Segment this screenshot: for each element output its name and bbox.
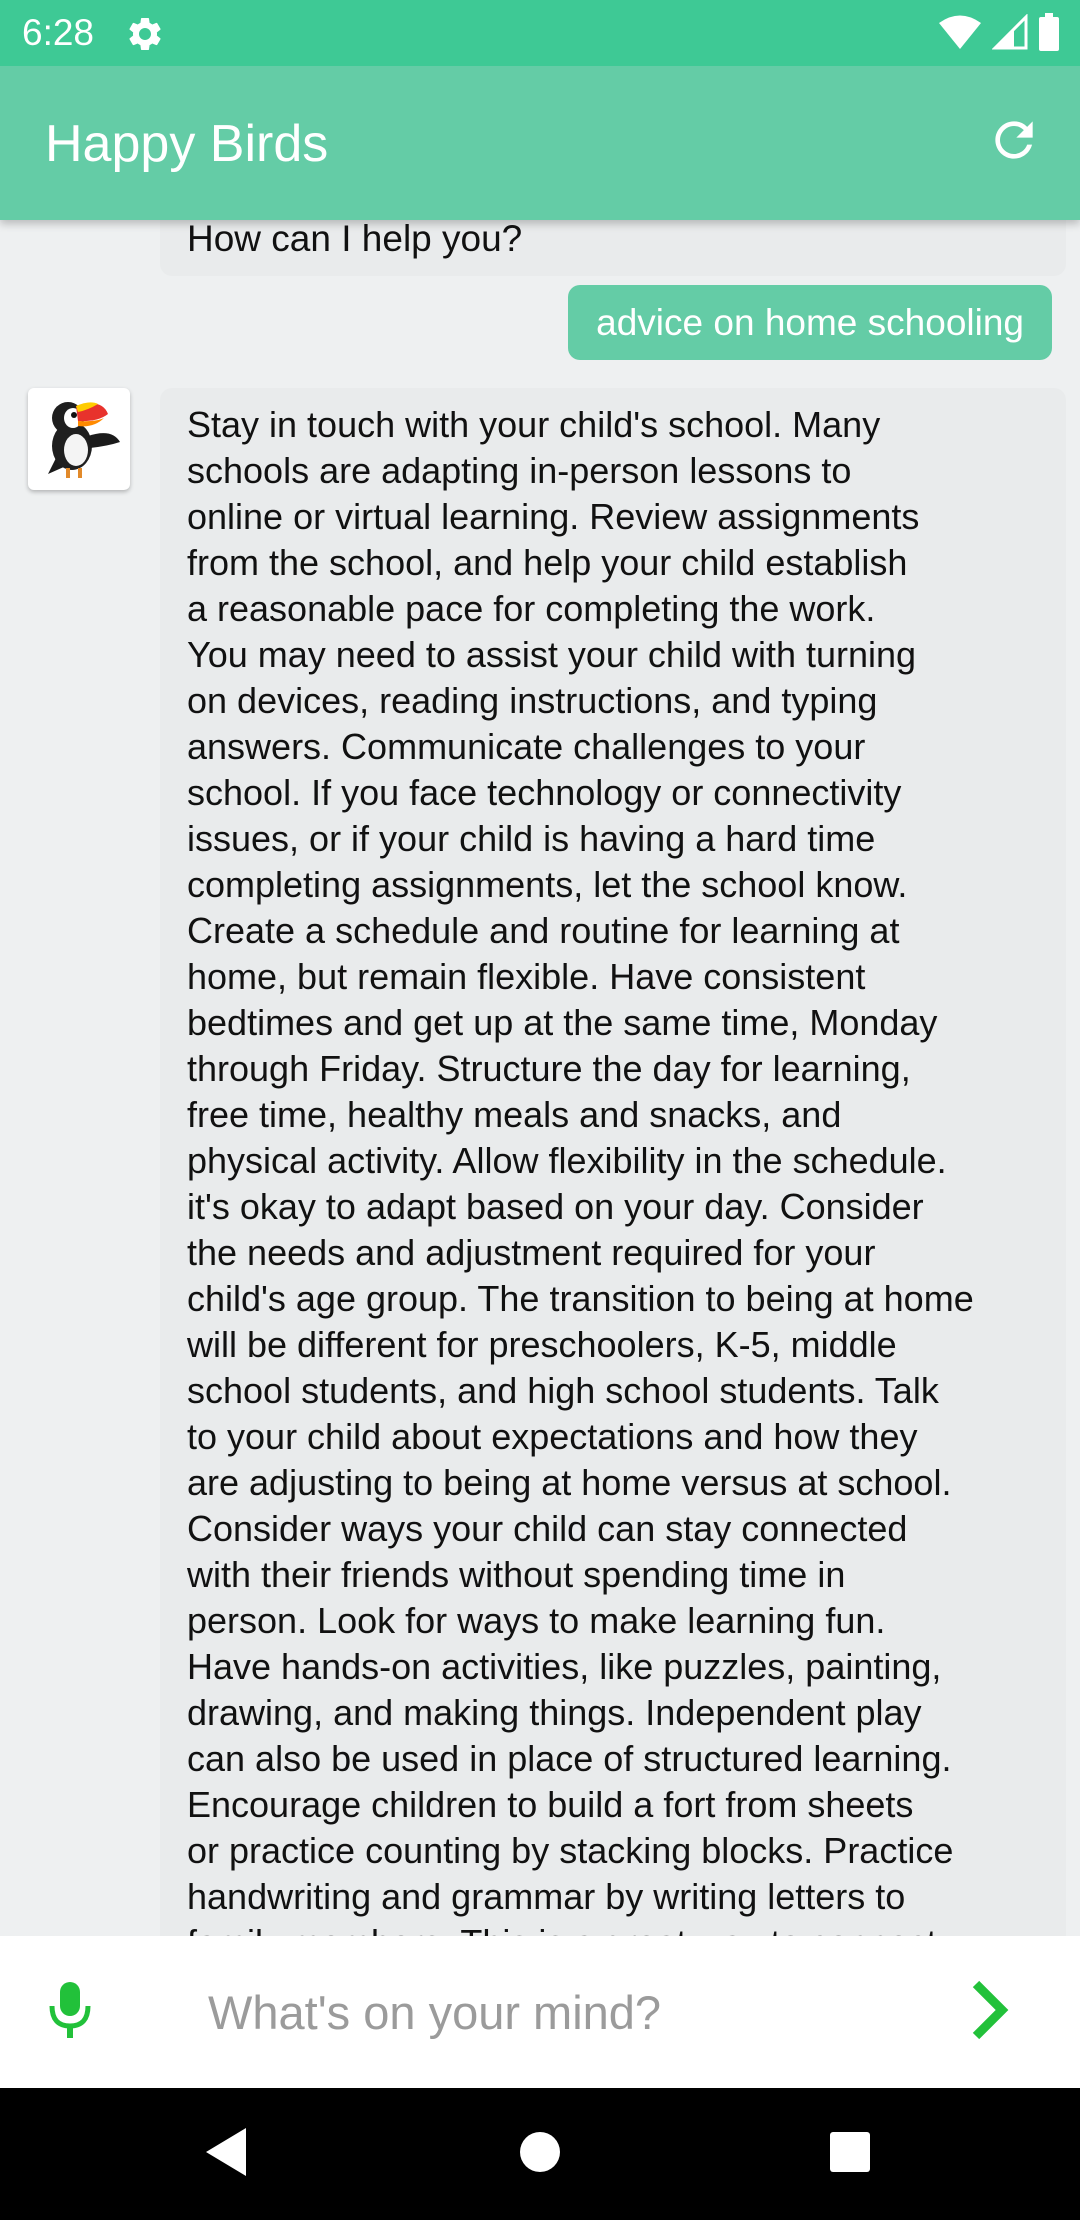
- bot-message-text: Stay in touch with your child's school. …: [187, 404, 974, 1936]
- message-input[interactable]: [208, 1970, 908, 2054]
- bot-message-text: How can I help you?: [187, 220, 523, 259]
- toucan-icon: [48, 402, 120, 478]
- status-time: 6:28: [22, 12, 95, 53]
- home-button[interactable]: [510, 2124, 570, 2184]
- back-button[interactable]: [196, 2124, 256, 2184]
- user-message-text: advice on home schooling: [596, 302, 1024, 343]
- input-bar: [0, 1936, 1080, 2088]
- app-title: Happy Birds: [45, 115, 329, 173]
- signal-icon: [991, 12, 1028, 55]
- home-icon: [518, 2130, 562, 2179]
- status-bar: 6:28: [0, 0, 1080, 66]
- toucan-avatar: [28, 388, 130, 490]
- status-icons: [938, 12, 1060, 56]
- app-bar: Happy Birds: [0, 66, 1080, 220]
- bot-message-bubble: Stay in touch with your child's school. …: [160, 388, 1066, 1936]
- wifi-icon: [938, 14, 982, 55]
- send-button[interactable]: [960, 1976, 1020, 2048]
- mic-button[interactable]: [40, 1976, 100, 2048]
- chat-list[interactable]: How can I help you? advice on home schoo…: [0, 220, 1080, 1936]
- recents-button[interactable]: [820, 2124, 880, 2184]
- back-icon: [202, 2126, 250, 2183]
- recents-icon: [829, 2131, 871, 2178]
- refresh-icon: [986, 112, 1042, 173]
- user-message-bubble: advice on home schooling: [568, 285, 1052, 360]
- gear-icon: [125, 14, 165, 54]
- mic-icon: [47, 1980, 93, 2045]
- battery-icon: [1038, 12, 1060, 56]
- navigation-bar: [0, 2088, 1080, 2220]
- refresh-button[interactable]: [984, 112, 1044, 172]
- bot-message-bubble: How can I help you?: [160, 220, 1066, 276]
- send-chevron-icon: [970, 1980, 1010, 2045]
